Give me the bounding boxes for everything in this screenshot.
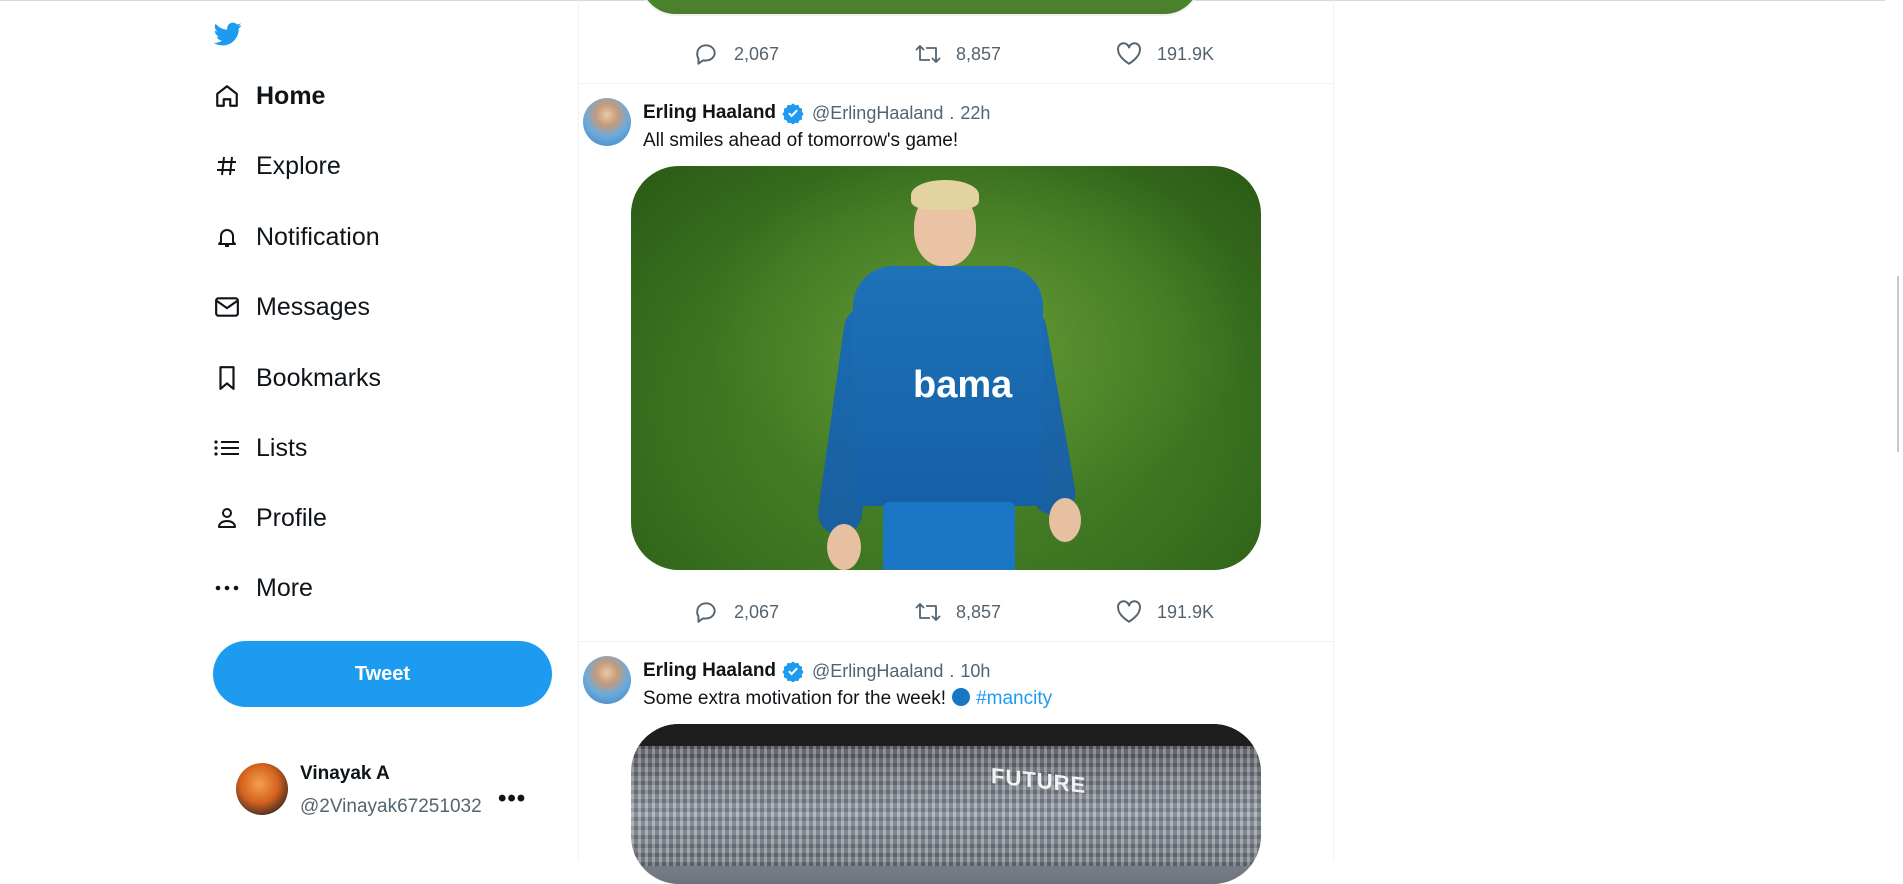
avatar (236, 763, 288, 815)
nav-notification[interactable]: Notification (212, 212, 380, 262)
stadium-crowd (631, 746, 1261, 866)
tweet-media-image[interactable]: FUTURE (631, 724, 1261, 884)
tweet-separator: . (949, 102, 955, 123)
retweet-count: 8,857 (956, 43, 1002, 64)
twitter-bird-icon[interactable] (212, 20, 244, 52)
mail-icon (212, 292, 242, 322)
hashtag-link[interactable]: #mancity (976, 688, 1052, 709)
retweet-button[interactable]: 8,857 (914, 40, 1001, 68)
tweet-author-name[interactable]: Erling Haaland (643, 660, 776, 682)
scrollbar[interactable] (1885, 0, 1903, 861)
hashtag-icon (212, 151, 242, 181)
blue-circle-emoji-icon (952, 688, 971, 706)
nav-explore-label: Explore (256, 151, 341, 180)
reply-button[interactable]: 2,067 (692, 598, 779, 626)
tweet-divider (579, 641, 1333, 642)
nav-more[interactable]: More (212, 563, 313, 613)
tweet-actions: 2,067 8,857 191.9K (579, 598, 1333, 638)
more-dots-icon (212, 573, 242, 603)
nav-more-label: More (256, 573, 313, 602)
retweet-icon (914, 40, 942, 68)
avatar[interactable] (583, 656, 631, 704)
tweet-text: Some extra motivation for the week! #manc… (643, 688, 1052, 710)
tweet-author-name[interactable]: Erling Haaland (643, 102, 776, 124)
nav-profile-label: Profile (256, 503, 327, 532)
nav-home[interactable]: Home (212, 71, 325, 121)
tweet-media-image[interactable] (638, 0, 1202, 16)
tweet-button[interactable]: Tweet (213, 641, 552, 707)
person-icon (212, 503, 242, 533)
account-handle: @2Vinayak67251032 (300, 796, 482, 817)
tweet-actions: 2,067 8,857 191.9K (579, 40, 1333, 80)
like-button[interactable]: 191.9K (1115, 40, 1214, 68)
tweet-author-handle[interactable]: @ErlingHaaland (812, 103, 943, 124)
tweet-media-image[interactable]: bama (631, 166, 1261, 570)
like-button[interactable]: 191.9K (1115, 598, 1214, 626)
nav-messages-label: Messages (256, 292, 370, 321)
tweet-header: Erling Haaland @ErlingHaaland . 10h (643, 660, 990, 683)
reply-icon (692, 598, 720, 626)
nav-lists[interactable]: Lists (212, 423, 307, 473)
home-icon (212, 81, 242, 111)
tweet[interactable]: Erling Haaland @ErlingHaaland . 22h All … (579, 98, 1333, 638)
jersey-sponsor-text: bama (913, 364, 1013, 406)
bookmark-icon (212, 363, 242, 393)
account-name: Vinayak A (300, 763, 390, 784)
account-switcher[interactable]: Vinayak A @2Vinayak67251032 ••• (236, 755, 531, 825)
nav-lists-label: Lists (256, 433, 308, 462)
list-icon (212, 433, 242, 463)
nav-profile[interactable]: Profile (212, 493, 327, 543)
nav-notification-label: Notification (256, 222, 380, 251)
bell-icon (212, 222, 242, 252)
timeline: 2,067 8,857 191.9K Erling Haaland @Erlin… (578, 0, 1334, 884)
nav-messages[interactable]: Messages (212, 282, 370, 332)
tweet-divider (579, 83, 1333, 84)
like-count: 191.9K (1157, 601, 1215, 622)
retweet-button[interactable]: 8,857 (914, 598, 1001, 626)
reply-button[interactable]: 2,067 (692, 40, 779, 68)
retweet-icon (914, 598, 942, 626)
account-menu-icon[interactable]: ••• (498, 785, 526, 813)
nav-home-label: Home (256, 81, 326, 110)
tweet-timestamp[interactable]: 10h (960, 661, 990, 682)
tweet-timestamp[interactable]: 22h (960, 103, 990, 124)
nav-bookmarks-label: Bookmarks (256, 363, 382, 392)
nav-explore[interactable]: Explore (212, 141, 341, 191)
verified-badge-icon (782, 102, 804, 125)
verified-badge-icon (782, 660, 804, 683)
reply-count: 2,067 (734, 601, 780, 622)
reply-count: 2,067 (734, 43, 780, 64)
avatar[interactable] (583, 98, 631, 146)
tweet-header: Erling Haaland @ErlingHaaland . 22h (643, 102, 990, 125)
tweet-text: All smiles ahead of tomorrow's game! (643, 130, 959, 151)
tweet-separator: . (949, 660, 955, 681)
retweet-count: 8,857 (956, 601, 1002, 622)
heart-icon (1115, 40, 1143, 68)
scrollbar-thumb[interactable] (1897, 276, 1899, 452)
tweet[interactable]: Erling Haaland @ErlingHaaland . 10h Some… (579, 656, 1333, 884)
reply-icon (692, 40, 720, 68)
nav-bookmarks[interactable]: Bookmarks (212, 353, 381, 403)
sidebar: Home Explore Notification Messages Bookm… (0, 0, 578, 861)
player-figure: bama (631, 166, 1261, 570)
heart-icon (1115, 598, 1143, 626)
stadium-roof (631, 724, 1261, 746)
like-count: 191.9K (1157, 43, 1215, 64)
tweet-text-body: Some extra motivation for the week! (643, 688, 947, 709)
tweet-author-handle[interactable]: @ErlingHaaland (812, 661, 943, 682)
